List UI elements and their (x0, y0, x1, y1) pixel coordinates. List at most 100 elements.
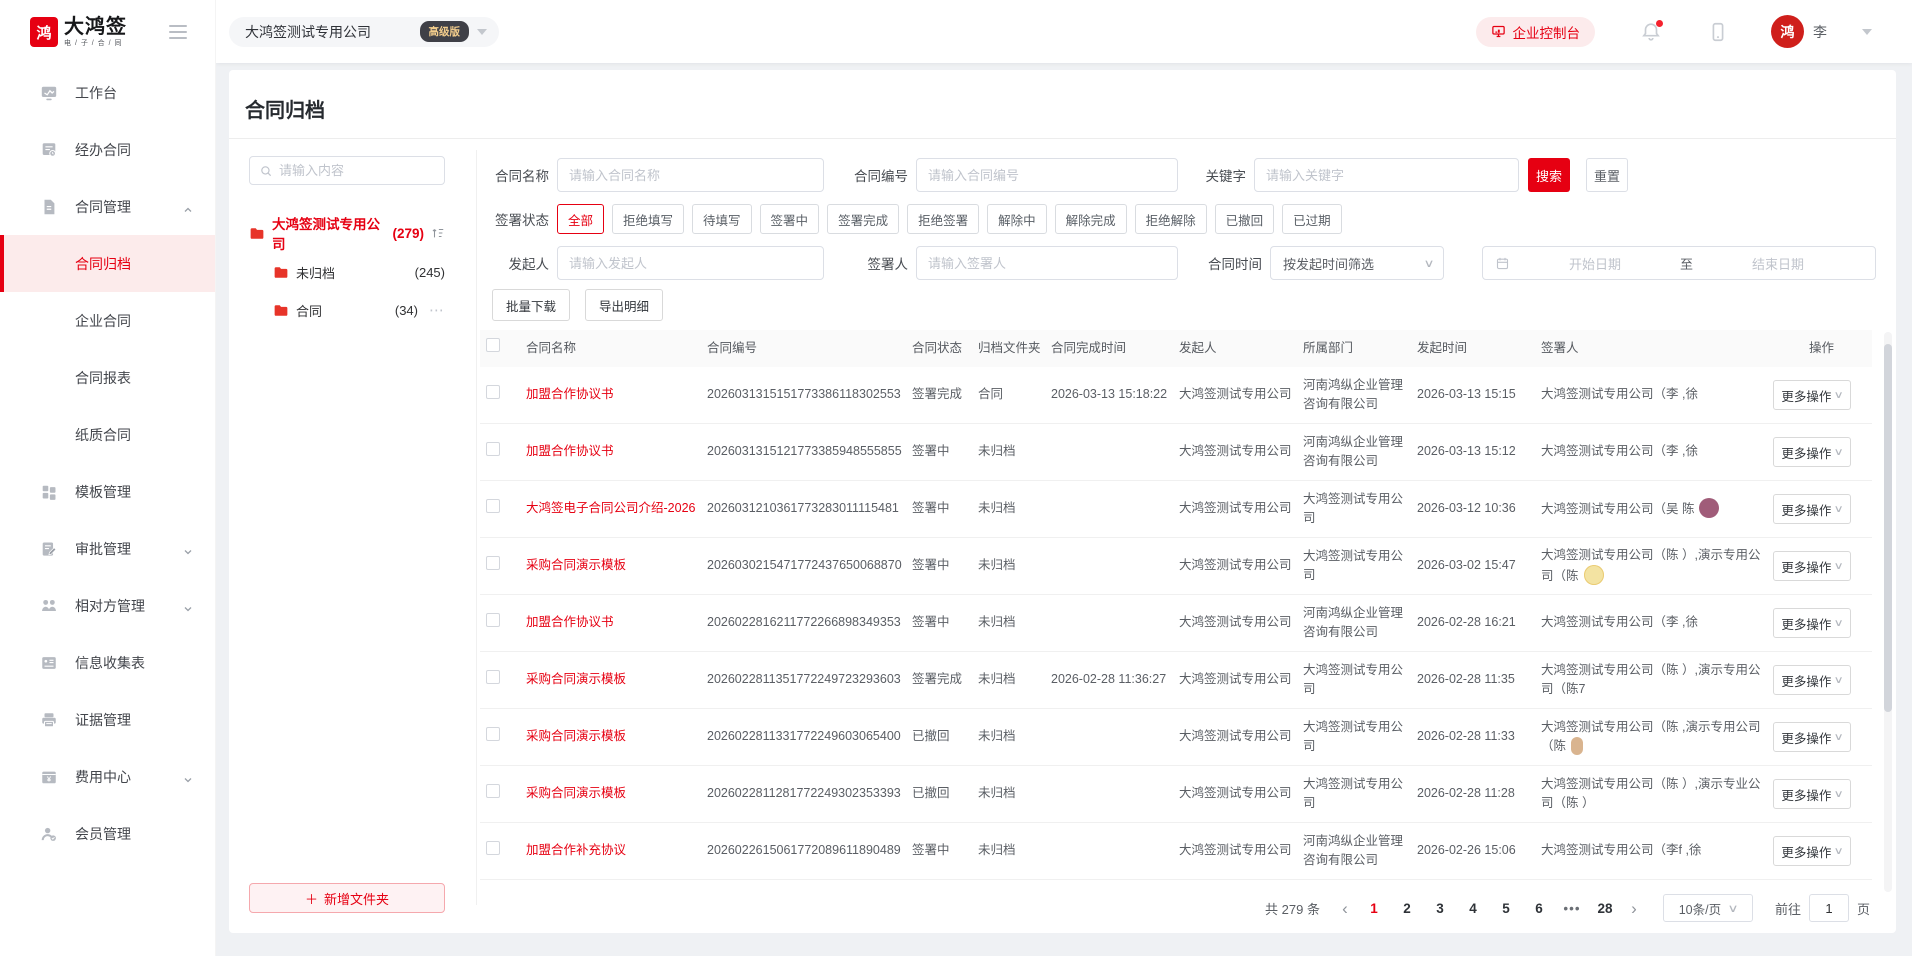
time-filter-select[interactable]: 按发起时间筛选 ∨ (1270, 246, 1444, 280)
contract-name-link[interactable]: 大鸿签电子合同公司介绍-2026 (526, 501, 695, 515)
more-actions-button[interactable]: 更多操作 ∨ (1773, 608, 1851, 638)
sidebar-item-contract-archive[interactable]: 合同归档 (0, 235, 215, 292)
status-tab[interactable]: 已过期 (1282, 204, 1342, 234)
tree-node-unarchived[interactable]: 未归档 (245) (249, 253, 445, 291)
row-checkbox[interactable] (486, 841, 500, 855)
select-all-checkbox[interactable] (486, 338, 500, 352)
contract-name-link[interactable]: 采购合同演示模板 (526, 672, 626, 686)
sidebar-item-contract-management[interactable]: 合同管理 (0, 178, 215, 235)
initiator-input[interactable] (557, 246, 824, 280)
sidebar-item-template-management[interactable]: 模板管理 (0, 463, 215, 520)
sidebar-item-enterprise-contracts[interactable]: 企业合同 (0, 292, 215, 349)
chevron-down-icon: ∨ (1834, 561, 1844, 572)
pagination-page[interactable]: 1 (1364, 901, 1384, 916)
tree-search-input[interactable] (279, 163, 435, 178)
more-actions-button[interactable]: 更多操作 ∨ (1773, 437, 1851, 467)
row-checkbox[interactable] (486, 499, 500, 513)
status-tab[interactable]: 签署完成 (827, 204, 899, 234)
sidebar-item-member-management[interactable]: 会员管理 (0, 805, 215, 862)
pagination-page[interactable]: 4 (1463, 901, 1483, 916)
contract-name-link[interactable]: 采购合同演示模板 (526, 786, 626, 800)
chevron-down-icon[interactable] (1862, 29, 1872, 35)
batch-download-button[interactable]: 批量下载 (492, 289, 570, 321)
sidebar-item-info-collection[interactable]: 信息收集表 (0, 634, 215, 691)
pagination-prev-icon[interactable]: ‹ (1334, 900, 1356, 917)
row-checkbox[interactable] (486, 556, 500, 570)
contract-number: 2026022816211772266898349353 (707, 613, 912, 632)
pagination-page[interactable]: 6 (1529, 901, 1549, 916)
more-actions-button[interactable]: 更多操作 ∨ (1773, 494, 1851, 524)
contract-number-input[interactable] (916, 158, 1178, 192)
search-button[interactable]: 搜索 (1528, 158, 1570, 192)
signer-input[interactable] (916, 246, 1178, 280)
tree-root-company[interactable]: 大鸿签测试专用公司 (279) (249, 213, 445, 253)
more-options-icon[interactable]: ⋯ (429, 301, 445, 319)
more-actions-button[interactable]: 更多操作 ∨ (1773, 551, 1851, 581)
row-checkbox[interactable] (486, 385, 500, 399)
enterprise-console-button[interactable]: 企业控制台 (1476, 17, 1596, 47)
sidebar-item-handled-contracts[interactable]: 经办合同 (0, 121, 215, 178)
status-tab[interactable]: 拒绝签署 (907, 204, 979, 234)
contract-name-link[interactable]: 加盟合作协议书 (526, 615, 614, 629)
status-tab[interactable]: 全部 (557, 204, 604, 234)
sidebar-item-contract-reports[interactable]: 合同报表 (0, 349, 215, 406)
keyword-input[interactable] (1254, 158, 1519, 192)
contract-name-link[interactable]: 加盟合作补充协议 (526, 843, 626, 857)
row-checkbox[interactable] (486, 784, 500, 798)
pagination-page[interactable]: 3 (1430, 901, 1450, 916)
more-actions-button[interactable]: 更多操作 ∨ (1773, 722, 1851, 752)
export-detail-button[interactable]: 导出明细 (585, 289, 663, 321)
chevron-down-icon: ∨ (1423, 257, 1434, 270)
table-header: 合同名称 合同编号 合同状态 归档文件夹 合同完成时间 发起人 所属部门 发起时… (480, 330, 1872, 367)
status-tab[interactable]: 解除完成 (1055, 204, 1127, 234)
status-tab[interactable]: 待填写 (692, 204, 752, 234)
pagination-page[interactable]: 2 (1397, 901, 1417, 916)
status-tab[interactable]: 签署中 (760, 204, 820, 234)
archive-folder: 未归档 (978, 841, 1051, 860)
status-tab[interactable]: 拒绝解除 (1135, 204, 1207, 234)
user-avatar[interactable]: 鸿 (1771, 15, 1804, 48)
sidebar-item-counterparty-management[interactable]: 相对方管理 (0, 577, 215, 634)
sidebar-item-workbench[interactable]: 工作台 (0, 64, 215, 121)
page-size-select[interactable]: 10条/页 ∨ (1663, 894, 1753, 922)
contract-name-link[interactable]: 加盟合作协议书 (526, 444, 614, 458)
goto-page-input[interactable] (1809, 894, 1849, 922)
pagination-page[interactable]: 5 (1496, 901, 1516, 916)
company-selector[interactable]: 大鸿签测试专用公司 高级版 (229, 17, 499, 47)
column-header: 签署人 (1541, 339, 1773, 358)
contract-name-link[interactable]: 加盟合作协议书 (526, 387, 614, 401)
more-actions-button[interactable]: 更多操作 ∨ (1773, 665, 1851, 695)
mobile-app-icon[interactable] (1707, 21, 1729, 43)
tree-node-contracts[interactable]: 合同 (34) ⋯ (249, 291, 445, 329)
scrollbar-thumb[interactable] (1884, 344, 1892, 712)
contract-number: 2026031315121773385948555855 (707, 442, 912, 461)
sidebar-item-cost-center[interactable]: ¥ 费用中心 (0, 748, 215, 805)
more-actions-button[interactable]: 更多操作 ∨ (1773, 836, 1851, 866)
row-checkbox[interactable] (486, 442, 500, 456)
contract-name-link[interactable]: 采购合同演示模板 (526, 729, 626, 743)
contract-name-input[interactable] (557, 158, 824, 192)
approval-icon (40, 540, 58, 558)
status-tab[interactable]: 拒绝填写 (612, 204, 684, 234)
sidebar-item-approval-management[interactable]: 审批管理 (0, 520, 215, 577)
pagination-page[interactable]: 28 (1595, 901, 1615, 916)
sort-icon[interactable] (431, 226, 445, 240)
contract-name-link[interactable]: 采购合同演示模板 (526, 558, 626, 572)
notifications-bell-icon[interactable] (1640, 21, 1662, 43)
sidebar-item-evidence-management[interactable]: 证据管理 (0, 691, 215, 748)
more-actions-button[interactable]: 更多操作 ∨ (1773, 779, 1851, 809)
pagination-next-icon[interactable]: › (1623, 900, 1645, 917)
row-checkbox[interactable] (486, 727, 500, 741)
sidebar-item-paper-contracts[interactable]: 纸质合同 (0, 406, 215, 463)
row-checkbox[interactable] (486, 613, 500, 627)
add-folder-button[interactable]: ＋ 新增文件夹 (249, 883, 445, 913)
status-tab[interactable]: 已撤回 (1215, 204, 1275, 234)
table-scrollbar[interactable] (1884, 332, 1892, 892)
pagination-page[interactable]: ••• (1562, 901, 1582, 916)
reset-button[interactable]: 重置 (1586, 158, 1628, 192)
date-range-picker[interactable]: 开始日期 至 结束日期 (1482, 246, 1876, 280)
row-checkbox[interactable] (486, 670, 500, 684)
collapse-menu-icon[interactable] (169, 25, 187, 39)
status-tab[interactable]: 解除中 (987, 204, 1047, 234)
more-actions-button[interactable]: 更多操作 ∨ (1773, 380, 1851, 410)
